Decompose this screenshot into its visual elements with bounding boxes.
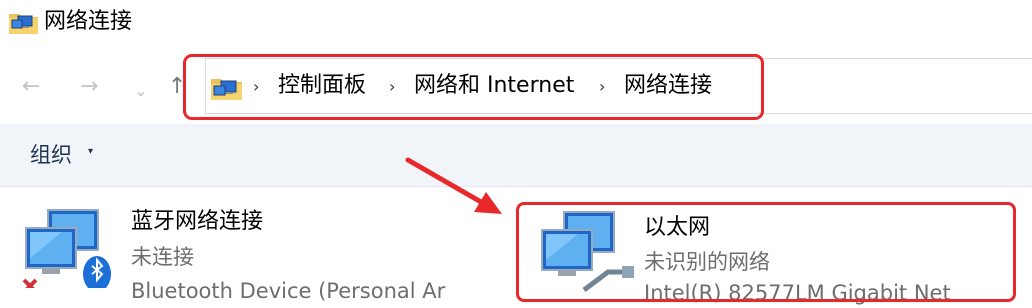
connection-name: 蓝牙网络连接 (131, 209, 264, 234)
window-title: 网络连接 (44, 9, 133, 34)
forward-button[interactable]: → (80, 74, 98, 100)
recent-locations-chevron-down-icon[interactable]: ⌄ (134, 78, 147, 104)
organize-chevron-down-icon[interactable]: ▾ (88, 146, 93, 157)
ethernet-highlight-box (516, 202, 1016, 302)
title-bar: 网络连接 (0, 0, 1032, 46)
back-button[interactable]: ← (22, 74, 40, 100)
network-folder-icon (9, 14, 38, 34)
command-bar: 组织 ▾ (0, 124, 1032, 187)
connection-device: Bluetooth Device (Personal Ar (131, 279, 446, 303)
address-highlight-box (183, 54, 764, 120)
list-item-bluetooth-connection[interactable]: 蓝牙网络连接 未连接 Bluetooth Device (Personal Ar (0, 196, 500, 303)
connection-status: 未连接 (131, 245, 194, 269)
organize-button[interactable]: 组织 (30, 140, 72, 170)
bluetooth-network-adapter-icon (22, 209, 111, 288)
